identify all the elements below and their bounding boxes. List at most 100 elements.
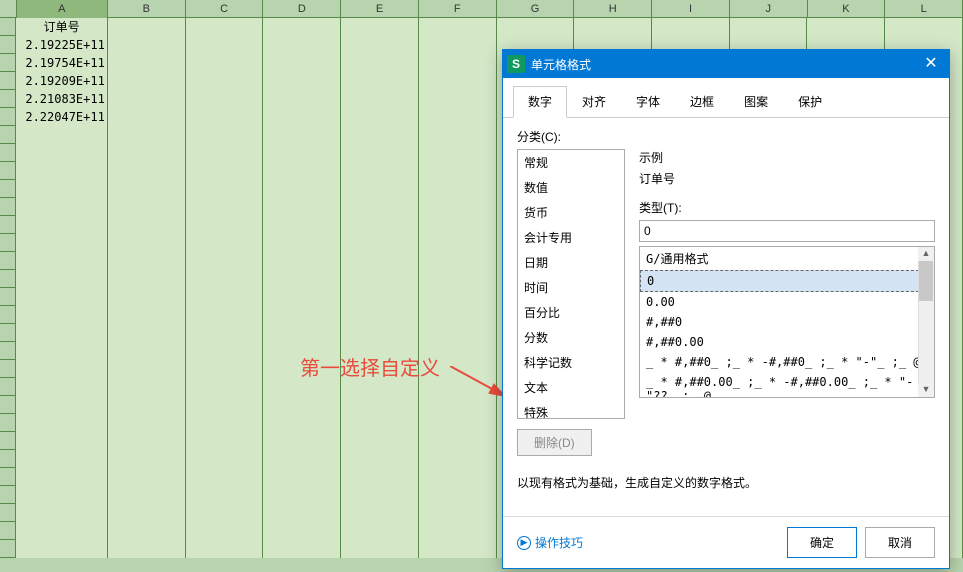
type-input[interactable]	[639, 220, 935, 242]
cell[interactable]	[186, 324, 264, 342]
cell[interactable]	[419, 126, 497, 144]
row-header[interactable]	[0, 468, 16, 485]
cell[interactable]	[807, 18, 885, 36]
cell[interactable]	[108, 486, 186, 504]
cell[interactable]	[186, 378, 264, 396]
cell[interactable]	[16, 252, 107, 270]
cell[interactable]	[108, 18, 186, 36]
cell[interactable]	[419, 324, 497, 342]
row-header[interactable]	[0, 144, 16, 161]
cell[interactable]	[419, 450, 497, 468]
category-item[interactable]: 特殊	[518, 400, 624, 419]
cell[interactable]	[263, 324, 341, 342]
cell[interactable]	[108, 198, 186, 216]
cell[interactable]	[186, 216, 264, 234]
cell[interactable]	[263, 162, 341, 180]
cell[interactable]	[108, 54, 186, 72]
cell[interactable]	[16, 198, 107, 216]
cell[interactable]	[419, 486, 497, 504]
cell[interactable]	[16, 432, 107, 450]
cell[interactable]	[341, 90, 419, 108]
cell[interactable]	[419, 504, 497, 522]
col-header-L[interactable]: L	[885, 0, 963, 18]
cell[interactable]	[419, 198, 497, 216]
cell[interactable]	[16, 342, 107, 360]
cell[interactable]	[419, 144, 497, 162]
format-item[interactable]: 0.00	[640, 292, 934, 312]
cell[interactable]	[16, 450, 107, 468]
format-item[interactable]: 0	[640, 270, 934, 292]
row-header[interactable]	[0, 162, 16, 179]
format-list[interactable]: G/通用格式00.00#,##0#,##0.00_ * #,##0_ ;_ * …	[639, 246, 935, 398]
cell[interactable]	[419, 270, 497, 288]
cell[interactable]	[419, 108, 497, 126]
cell[interactable]	[16, 324, 107, 342]
cell[interactable]	[419, 234, 497, 252]
cell[interactable]: 2.19225E+11	[16, 36, 107, 54]
cell[interactable]	[186, 468, 264, 486]
cell[interactable]	[16, 504, 107, 522]
row-header[interactable]	[0, 450, 16, 467]
close-icon[interactable]: ✕	[917, 50, 945, 78]
category-item[interactable]: 科学记数	[518, 350, 624, 375]
cell[interactable]	[16, 540, 107, 558]
category-item[interactable]: 会计专用	[518, 225, 624, 250]
cell[interactable]	[419, 90, 497, 108]
row-header[interactable]	[0, 540, 16, 557]
cell[interactable]	[419, 252, 497, 270]
cell[interactable]	[108, 36, 186, 54]
row-header[interactable]	[0, 90, 16, 107]
col-header-B[interactable]: B	[108, 0, 186, 18]
category-item[interactable]: 百分比	[518, 300, 624, 325]
cell[interactable]: 2.22047E+11	[16, 108, 107, 126]
cell[interactable]	[419, 162, 497, 180]
cell[interactable]	[341, 306, 419, 324]
cell[interactable]	[16, 396, 107, 414]
cell[interactable]	[263, 252, 341, 270]
cell[interactable]: 2.21083E+11	[16, 90, 107, 108]
cell[interactable]	[108, 450, 186, 468]
cell[interactable]	[16, 216, 107, 234]
row-header[interactable]	[0, 522, 16, 539]
cell[interactable]	[341, 72, 419, 90]
scroll-up-icon[interactable]: ▲	[918, 247, 934, 261]
row-header[interactable]	[0, 324, 16, 341]
row-header[interactable]	[0, 486, 16, 503]
cell[interactable]	[341, 324, 419, 342]
cell[interactable]	[419, 468, 497, 486]
category-item[interactable]: 货币	[518, 200, 624, 225]
cell[interactable]	[186, 252, 264, 270]
cell[interactable]: 2.19209E+11	[16, 72, 107, 90]
scrollbar-thumb[interactable]	[919, 261, 933, 301]
scroll-down-icon[interactable]: ▼	[918, 383, 934, 397]
cell[interactable]	[186, 306, 264, 324]
format-item[interactable]: #,##0	[640, 312, 934, 332]
cell[interactable]	[263, 540, 341, 558]
row-header[interactable]	[0, 18, 16, 35]
cell[interactable]	[263, 450, 341, 468]
cell[interactable]	[186, 486, 264, 504]
cell[interactable]	[186, 90, 264, 108]
cell[interactable]	[108, 162, 186, 180]
cell[interactable]	[16, 486, 107, 504]
tips-link[interactable]: ▶ 操作技巧	[517, 534, 583, 551]
category-item[interactable]: 数值	[518, 175, 624, 200]
category-item[interactable]: 常规	[518, 150, 624, 175]
ok-button[interactable]: 确定	[787, 527, 857, 558]
col-header-J[interactable]: J	[730, 0, 808, 18]
col-header-K[interactable]: K	[808, 0, 886, 18]
format-item[interactable]: G/通用格式	[640, 247, 934, 270]
cell[interactable]	[186, 36, 264, 54]
cell[interactable]	[341, 126, 419, 144]
cell[interactable]	[341, 414, 419, 432]
cell[interactable]	[341, 468, 419, 486]
cell[interactable]	[730, 18, 808, 36]
cell[interactable]	[263, 216, 341, 234]
row-header[interactable]	[0, 126, 16, 143]
cell[interactable]	[341, 108, 419, 126]
cell[interactable]	[341, 36, 419, 54]
tab-number[interactable]: 数字	[513, 86, 567, 118]
cell[interactable]	[263, 180, 341, 198]
cell[interactable]	[186, 288, 264, 306]
cell[interactable]	[419, 306, 497, 324]
